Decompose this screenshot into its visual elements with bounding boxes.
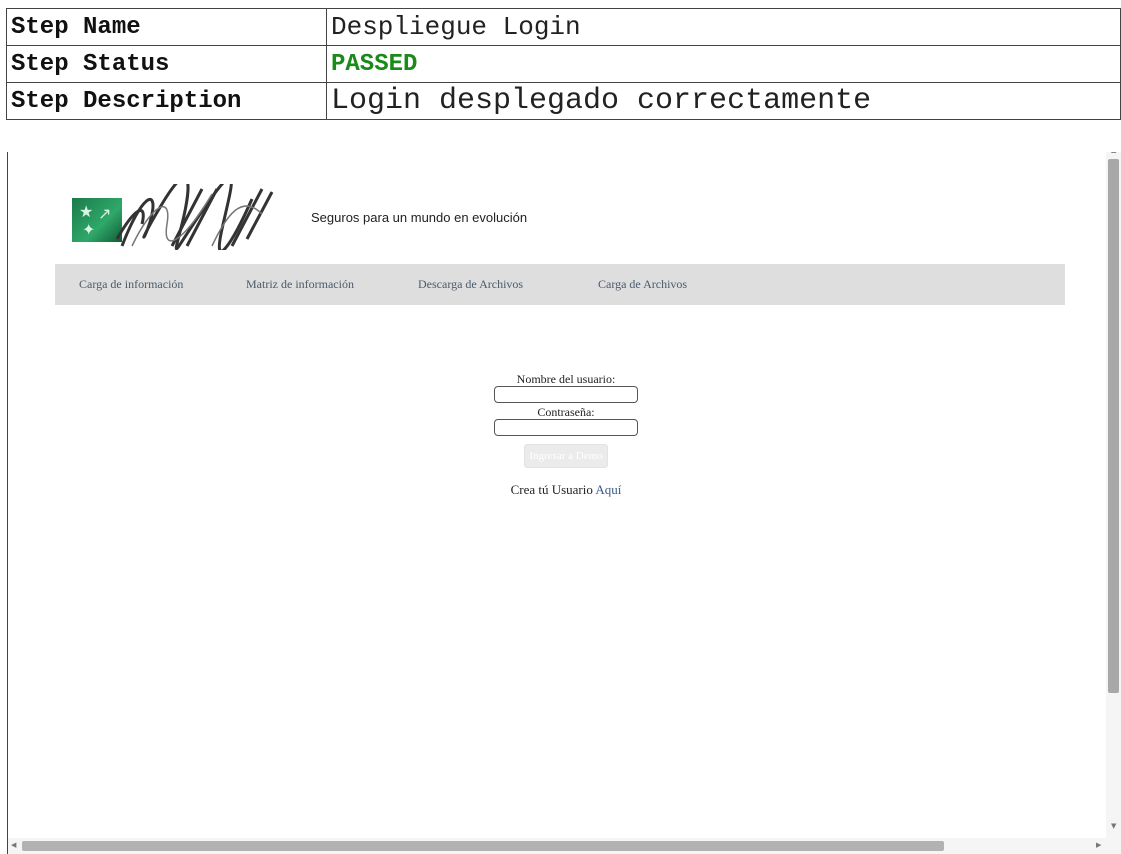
create-user-link[interactable]: Aquí [595, 482, 621, 497]
scroll-left-arrow-icon[interactable]: ◀ [11, 841, 16, 849]
company-logo-script [115, 184, 274, 250]
horizontal-scroll-thumb[interactable] [22, 841, 944, 851]
horizontal-scrollbar[interactable]: ◀ ▶ [8, 838, 1106, 854]
step-status-value: PASSED [326, 45, 1121, 83]
username-input[interactable] [494, 386, 638, 403]
step-name-key: Step Name [6, 8, 327, 46]
nav-carga-informacion[interactable]: Carga de información [79, 277, 183, 292]
nav-carga-archivos[interactable]: Carga de Archivos [598, 277, 687, 292]
step-description-row: Step Description Login desplegado correc… [6, 82, 1121, 120]
login-form: Nombre del usuario: Contraseña: Ingresar… [448, 372, 684, 498]
step-status-row: Step Status PASSED [6, 45, 1121, 83]
scroll-up-arrow-icon[interactable]: ▲ [1111, 152, 1116, 154]
scroll-down-arrow-icon[interactable]: ▼ [1111, 822, 1116, 830]
scroll-right-arrow-icon[interactable]: ▶ [1096, 841, 1101, 849]
username-label: Nombre del usuario: [516, 372, 616, 386]
nav-matriz-informacion[interactable]: Matriz de información [246, 277, 354, 292]
create-user-text: Crea tú Usuario [510, 482, 593, 497]
vertical-scrollbar[interactable]: ▲ ▼ [1106, 152, 1121, 854]
vertical-scroll-thumb[interactable] [1108, 159, 1119, 693]
login-submit-button[interactable]: Ingresar a Demo [524, 444, 608, 468]
password-label: Contraseña: [537, 405, 595, 419]
step-description-value: Login desplegado correctamente [326, 82, 1121, 120]
step-description-key: Step Description [6, 82, 327, 120]
step-status-key: Step Status [6, 45, 327, 83]
screenshot-frame: ★ ↗ ✦ Seguros para un mundo en evolución C… [7, 152, 1121, 854]
step-name-row: Step Name Despliegue Login [6, 8, 1121, 46]
company-tagline: Seguros para un mundo en evolución [311, 210, 528, 225]
main-navbar: Carga de información Matriz de informaci… [55, 264, 1065, 305]
password-input[interactable] [494, 419, 638, 436]
create-user-line: Crea tú Usuario Aquí [448, 482, 684, 498]
nav-descarga-archivos[interactable]: Descarga de Archivos [418, 277, 523, 292]
step-name-value: Despliegue Login [326, 8, 1121, 46]
step-report-table: Step Name Despliegue Login Step Status P… [6, 8, 1121, 120]
